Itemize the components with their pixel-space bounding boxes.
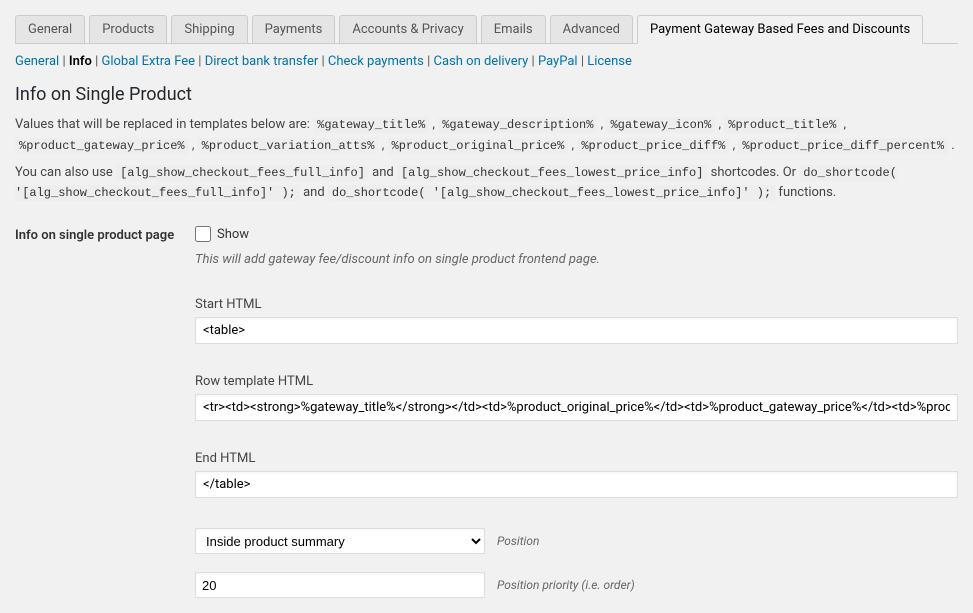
form-row: Info on single product page Show This wi… [15, 226, 958, 598]
placeholder-code: %gateway_title% [313, 117, 429, 133]
subnav-info[interactable]: Info [69, 54, 92, 69]
subnav-check-payments[interactable]: Check payments [328, 54, 424, 69]
placeholders-description: Values that will be replaced in template… [15, 115, 958, 157]
show-label-text: Show [217, 227, 249, 242]
sub-nav: General | Info | Global Extra Fee | Dire… [15, 54, 958, 69]
placeholder-code: %product_original_price% [388, 138, 569, 154]
placeholder-code: %product_price_diff_percent% [738, 138, 948, 154]
placeholder-code: %product_price_diff% [577, 138, 729, 154]
tab-accounts-privacy[interactable]: Accounts & Privacy [339, 15, 476, 44]
shortcodes-description: You can also use [alg_show_checkout_fees… [15, 163, 958, 205]
start-html-label: Start HTML [195, 297, 958, 312]
tab-general[interactable]: General [15, 15, 85, 44]
show-checkbox-label[interactable]: Show [195, 226, 249, 242]
position-select[interactable]: Inside product summary [195, 528, 485, 554]
subnav-global-extra-fee[interactable]: Global Extra Fee [101, 54, 195, 69]
functions-text: functions. [778, 185, 836, 200]
tab-payments[interactable]: Payments [252, 15, 336, 44]
start-html-input[interactable] [195, 317, 958, 344]
placeholder-code: %product_variation_atts% [198, 138, 379, 154]
settings-tabs: General Products Shipping Payments Accou… [15, 15, 958, 44]
subnav-direct-bank-transfer[interactable]: Direct bank transfer [205, 54, 319, 69]
end-html-label: End HTML [195, 451, 958, 466]
show-checkbox[interactable] [195, 226, 211, 242]
end-html-input[interactable] [195, 471, 958, 498]
and-text: and [303, 185, 328, 200]
values-intro-text: Values that will be replaced in template… [15, 117, 313, 132]
subnav-cash-on-delivery[interactable]: Cash on delivery [434, 54, 529, 69]
show-help-text: This will add gateway fee/discount info … [195, 252, 958, 267]
placeholder-code: %product_gateway_price% [15, 138, 189, 154]
subnav-license[interactable]: License [587, 54, 632, 69]
subnav-general[interactable]: General [15, 54, 59, 69]
tab-payment-gateway-fees[interactable]: Payment Gateway Based Fees and Discounts [637, 15, 923, 44]
placeholder-code: %product_title% [724, 117, 840, 133]
placeholder-code: %gateway_icon% [606, 117, 715, 133]
function-code: do_shortcode( '[alg_show_checkout_fees_l… [328, 185, 775, 201]
shortcode-code: [alg_show_checkout_fees_lowest_price_inf… [397, 165, 707, 181]
subnav-paypal[interactable]: PayPal [538, 54, 578, 69]
also-use-pre: You can also use [15, 165, 116, 180]
shortcode-code: [alg_show_checkout_fees_full_info] [116, 165, 369, 181]
row-label: Info on single product page [15, 226, 195, 243]
also-use-post: shortcodes. Or [711, 165, 800, 180]
tab-shipping[interactable]: Shipping [171, 15, 247, 44]
priority-input[interactable] [195, 572, 485, 598]
priority-label: Position priority (i.e. order) [497, 578, 635, 592]
row-template-input[interactable] [195, 394, 958, 421]
row-template-label: Row template HTML [195, 374, 958, 389]
section-title: Info on Single Product [15, 84, 958, 105]
placeholder-code: %gateway_description% [438, 117, 597, 133]
tab-products[interactable]: Products [89, 15, 167, 44]
tab-advanced[interactable]: Advanced [550, 15, 633, 44]
and-text: and [372, 165, 397, 180]
position-label: Position [497, 534, 539, 548]
tab-emails[interactable]: Emails [481, 15, 546, 44]
